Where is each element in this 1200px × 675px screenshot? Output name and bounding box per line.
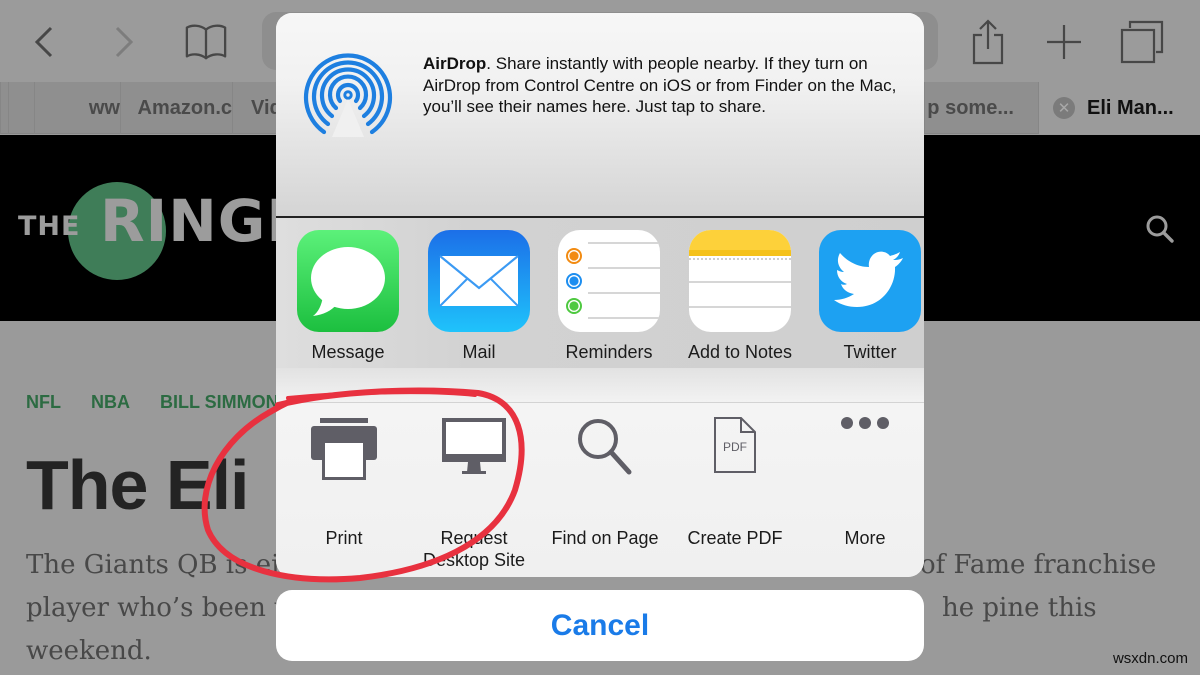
watermark: wsxdn.com (1112, 650, 1188, 667)
tabs-icon (1120, 20, 1164, 64)
more-action-icon (814, 416, 916, 518)
reminders-app-icon (558, 230, 660, 332)
article-headline: The Eli (26, 446, 249, 524)
category-link[interactable]: NBA (91, 392, 130, 413)
tab-title: Vid (251, 96, 276, 119)
printer-icon (311, 418, 377, 480)
chevron-left-icon (34, 26, 53, 58)
tab[interactable] (8, 82, 34, 134)
envelope-icon (439, 255, 519, 307)
share-app-message[interactable]: Message (283, 230, 413, 363)
action-find-on-page[interactable]: Find on Page (540, 416, 670, 549)
mail-app-icon (428, 230, 530, 332)
tab[interactable]: Vid (232, 82, 276, 134)
tab-title: Amazon.c (137, 96, 232, 119)
dek-line: weekend. (26, 636, 152, 666)
app-label: Add to Notes (687, 342, 793, 362)
share-app-notes[interactable]: Add to Notes (675, 230, 805, 363)
speech-bubble-icon (311, 247, 385, 316)
svg-text:PDF: PDF (723, 440, 747, 454)
pdf-action-icon: PDF (684, 416, 786, 518)
airdrop-title: AirDrop (423, 54, 487, 73)
action-print[interactable]: Print (279, 416, 409, 549)
tab-title: ww (88, 96, 120, 119)
desktop-monitor-icon (442, 418, 506, 474)
notepad-icon (689, 230, 791, 308)
bookmarks-button[interactable] (184, 20, 228, 64)
magnifying-glass-icon (578, 419, 632, 475)
share-app-mail[interactable]: Mail (414, 230, 544, 363)
checklist-icon (566, 242, 660, 319)
print-action-icon (293, 416, 395, 518)
ellipsis-icon (841, 417, 889, 429)
action-request-desktop-site[interactable]: Request Desktop Site (409, 416, 539, 571)
plus-icon (1047, 25, 1081, 59)
row-fade (276, 368, 924, 402)
share-button[interactable] (966, 19, 1010, 65)
find-action-icon (554, 416, 656, 518)
chevron-right-icon (115, 26, 134, 58)
search-icon[interactable] (1144, 213, 1176, 245)
forward-button[interactable] (102, 20, 146, 64)
tab-title: p some... (927, 96, 1014, 119)
category-nav: NFL NBA BILL SIMMONS (26, 392, 291, 413)
app-label: Reminders (565, 342, 653, 362)
app-label: Mail (462, 342, 496, 362)
tabs-overview-button[interactable] (1120, 20, 1164, 64)
tab[interactable] (0, 82, 8, 134)
share-icon (972, 19, 1004, 65)
messages-app-icon (297, 230, 399, 332)
new-tab-button[interactable] (1042, 20, 1086, 64)
tab-title: Eli Man... (1087, 96, 1174, 119)
airdrop-icon (303, 53, 393, 137)
action-label: Print (325, 528, 363, 548)
dek-line: The Giants QB is ei (26, 550, 280, 580)
logo-the: THE (18, 211, 81, 242)
cancel-button[interactable]: Cancel (276, 590, 924, 661)
tab[interactable]: p some... (924, 82, 1038, 134)
desktop-action-icon (423, 416, 525, 518)
action-create-pdf[interactable]: PDF Create PDF (670, 416, 800, 549)
twitter-app-icon (819, 230, 921, 332)
action-label: Create PDF (687, 528, 783, 548)
back-button[interactable] (22, 20, 66, 64)
dek-line: he pine this (942, 593, 1097, 623)
bird-icon (834, 251, 903, 307)
book-icon (185, 24, 227, 60)
airdrop-section[interactable]: AirDrop. Share instantly with people nea… (276, 13, 924, 217)
share-app-reminders[interactable]: Reminders (544, 230, 674, 363)
action-label: Find on Page (551, 528, 659, 548)
airdrop-description: AirDrop. Share instantly with people nea… (423, 54, 897, 116)
tab[interactable]: Amazon.c (120, 82, 232, 134)
tab[interactable]: ww (34, 82, 120, 134)
share-app-twitter[interactable]: Twitter (805, 230, 924, 363)
app-label: Message (311, 342, 385, 362)
share-sheet: AirDrop. Share instantly with people nea… (276, 13, 924, 577)
pdf-document-icon: PDF (714, 417, 756, 473)
notes-app-icon (689, 230, 791, 332)
tab-active[interactable]: ✕ Eli Man... (1038, 82, 1200, 134)
action-more[interactable]: More (800, 416, 924, 549)
app-label: Twitter (843, 342, 897, 362)
dek-line: of Fame franchise (920, 550, 1157, 580)
action-label: Request Desktop Site (422, 528, 526, 570)
dek-line: player who’s been w (26, 593, 297, 623)
close-tab-icon[interactable]: ✕ (1053, 97, 1075, 119)
category-link[interactable]: BILL SIMMONS (160, 392, 291, 413)
category-link[interactable]: NFL (26, 392, 61, 413)
action-label: More (844, 528, 886, 548)
